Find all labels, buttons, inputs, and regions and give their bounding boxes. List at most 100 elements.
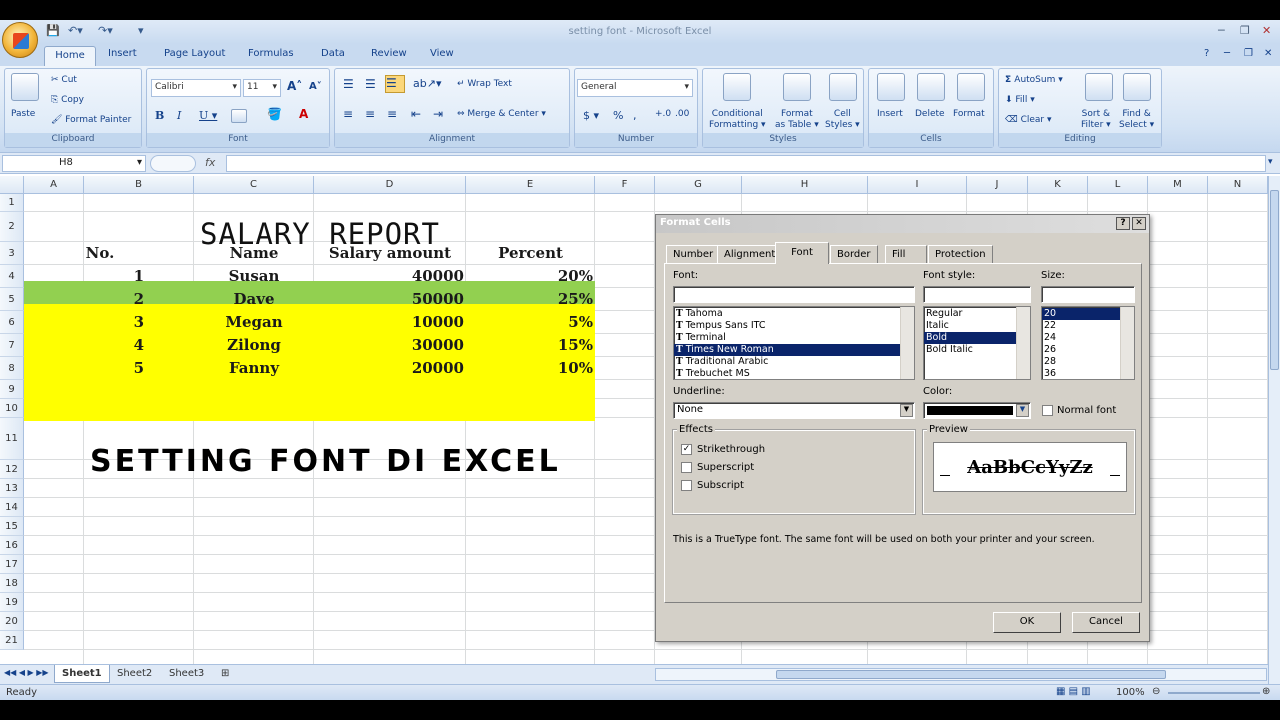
row-header-2[interactable]: 2 <box>0 212 24 242</box>
merge-center-button[interactable]: ⇔ Merge & Center ▾ <box>457 109 546 119</box>
ribbon-minimize-icon[interactable]: ─ <box>1224 48 1230 59</box>
table-cell[interactable]: 10000 <box>314 313 464 331</box>
table-cell[interactable]: Zilong <box>194 336 314 354</box>
row-header-17[interactable]: 17 <box>0 555 24 574</box>
row-header-6[interactable]: 6 <box>0 311 24 334</box>
row-header-9[interactable]: 9 <box>0 380 24 399</box>
table-cell[interactable]: 20% <box>466 267 593 285</box>
table-cell[interactable]: 25% <box>466 290 593 308</box>
tab-review[interactable]: Review <box>371 48 407 59</box>
align-center-icon[interactable]: ≡ <box>365 107 375 121</box>
view-buttons-icon[interactable]: ▦ ▤ ▥ <box>1056 686 1091 697</box>
font-list-item[interactable]: T Trebuchet MS <box>674 368 914 379</box>
close-icon[interactable]: ✕ <box>1262 24 1271 37</box>
bold-icon[interactable]: B <box>155 109 164 122</box>
currency-icon[interactable]: $ ▾ <box>583 109 599 122</box>
vscroll-thumb[interactable] <box>1270 190 1279 370</box>
table-cell[interactable]: Megan <box>194 313 314 331</box>
align-right-icon[interactable]: ≡ <box>387 107 397 121</box>
table-cell[interactable]: 50000 <box>314 290 464 308</box>
binoculars-icon[interactable] <box>1123 73 1151 101</box>
office-button[interactable] <box>2 22 38 58</box>
column-header-d[interactable]: D <box>314 176 466 194</box>
sheet-tab-3[interactable]: Sheet3 <box>162 665 211 683</box>
size-list-scrollbar[interactable] <box>1120 307 1134 379</box>
number-format-combo[interactable]: General ▾ <box>577 79 693 97</box>
strikethrough-checkbox[interactable]: ✓ <box>681 444 692 455</box>
row-header-4[interactable]: 4 <box>0 265 24 288</box>
underline-select[interactable]: None ▼ <box>673 402 915 419</box>
dtab-font[interactable]: Font <box>775 242 829 264</box>
row-header-18[interactable]: 18 <box>0 574 24 593</box>
subscript-checkbox[interactable] <box>681 480 692 491</box>
decrease-decimal-icon[interactable]: .00 <box>675 109 689 119</box>
font-color-icon[interactable]: A <box>299 107 308 121</box>
align-left-icon[interactable]: ≡ <box>343 107 353 121</box>
column-header-l[interactable]: L <box>1088 176 1148 194</box>
font-list[interactable]: T Tahoma T Tempus Sans ITC T Terminal T Times N… <box>673 306 915 380</box>
sheet-tab-1[interactable]: Sheet1 <box>54 665 110 683</box>
dialog-help-icon[interactable]: ? <box>1116 217 1130 230</box>
font-name-input[interactable] <box>673 286 915 303</box>
row-header-16[interactable]: 16 <box>0 536 24 555</box>
superscript-checkbox[interactable] <box>681 462 692 473</box>
autosum-button[interactable]: Σ AutoSum ▾ <box>1005 75 1063 85</box>
table-cell[interactable]: 1 <box>24 267 144 285</box>
sheet-tab-2[interactable]: Sheet2 <box>110 665 159 683</box>
ribbon-close-icon[interactable]: ✕ <box>1264 48 1272 59</box>
align-bottom-icon[interactable]: ☰ <box>385 75 405 93</box>
cut-button[interactable]: ✂ Cut <box>51 75 77 85</box>
delete-button[interactable]: Delete <box>915 109 945 119</box>
style-list-item[interactable]: Regular <box>924 308 1030 320</box>
table-cell[interactable]: 5 <box>24 359 144 377</box>
fx-icon[interactable]: fx <box>205 156 215 169</box>
color-select[interactable]: ▼ <box>923 402 1031 419</box>
table-cell[interactable]: 30000 <box>314 336 464 354</box>
minimize-icon[interactable]: ─ <box>1218 24 1225 37</box>
expand-formula-icon[interactable]: ▾ <box>1268 157 1273 167</box>
horizontal-scrollbar[interactable] <box>655 668 1267 681</box>
row-header-8[interactable]: 8 <box>0 357 24 380</box>
insert-sheet-icon[interactable]: ⊞ <box>214 665 236 683</box>
tab-view[interactable]: View <box>430 48 454 59</box>
dtab-protection[interactable]: Protection <box>928 245 993 263</box>
table-cell[interactable]: Susan <box>194 267 314 285</box>
tab-formulas[interactable]: Formulas <box>248 48 294 59</box>
column-header-b[interactable]: B <box>84 176 194 194</box>
style-list-item[interactable]: Bold <box>924 332 1030 344</box>
table-cell[interactable]: 5% <box>466 313 593 331</box>
table-cell[interactable]: 2 <box>24 290 144 308</box>
table-cell[interactable]: 3 <box>24 313 144 331</box>
orientation-icon[interactable]: ab↗▾ <box>413 77 441 90</box>
format-button[interactable]: Format <box>953 109 985 119</box>
font-size-input[interactable] <box>1041 286 1135 303</box>
row-header-13[interactable]: 13 <box>0 479 24 498</box>
conditional-formatting-button[interactable]: Conditional Formatting ▾ <box>709 109 766 131</box>
format-painter-button[interactable]: 🖌 Format Painter <box>51 115 131 125</box>
wrap-text-button[interactable]: ↵ Wrap Text <box>457 79 512 89</box>
grow-font-icon[interactable]: A˄ <box>287 79 302 93</box>
font-size-combo[interactable]: 11 ▾ <box>243 79 281 97</box>
tab-data[interactable]: Data <box>321 48 345 59</box>
delete-cells-icon[interactable] <box>917 73 945 101</box>
row-header-11[interactable]: 11 <box>0 418 24 460</box>
increase-indent-icon[interactable]: ⇥ <box>433 107 443 121</box>
find-select-button[interactable]: Find & Select ▾ <box>1119 109 1154 131</box>
hscroll-thumb[interactable] <box>776 670 1166 679</box>
select-all-corner[interactable] <box>0 176 24 194</box>
font-list-item[interactable]: T Tempus Sans ITC <box>674 320 914 332</box>
format-as-table-button[interactable]: Format as Table ▾ <box>775 109 819 131</box>
help-icon[interactable]: ? <box>1204 48 1209 59</box>
conditional-formatting-icon[interactable] <box>723 73 751 101</box>
font-size-list[interactable]: 20 22 24 26 28 36 <box>1041 306 1135 380</box>
column-header-j[interactable]: J <box>967 176 1028 194</box>
font-list-item[interactable]: T Traditional Arabic <box>674 356 914 368</box>
column-header-g[interactable]: G <box>655 176 742 194</box>
sheet-nav-icons[interactable]: ◀◀ ◀ ▶ ▶▶ <box>4 668 49 677</box>
font-list-item[interactable]: T Tahoma <box>674 308 914 320</box>
borders-icon[interactable] <box>231 109 247 123</box>
fill-color-icon[interactable]: 🪣 <box>267 107 282 121</box>
align-top-icon[interactable]: ☰ <box>343 77 354 91</box>
row-header-7[interactable]: 7 <box>0 334 24 357</box>
row-header-19[interactable]: 19 <box>0 593 24 612</box>
